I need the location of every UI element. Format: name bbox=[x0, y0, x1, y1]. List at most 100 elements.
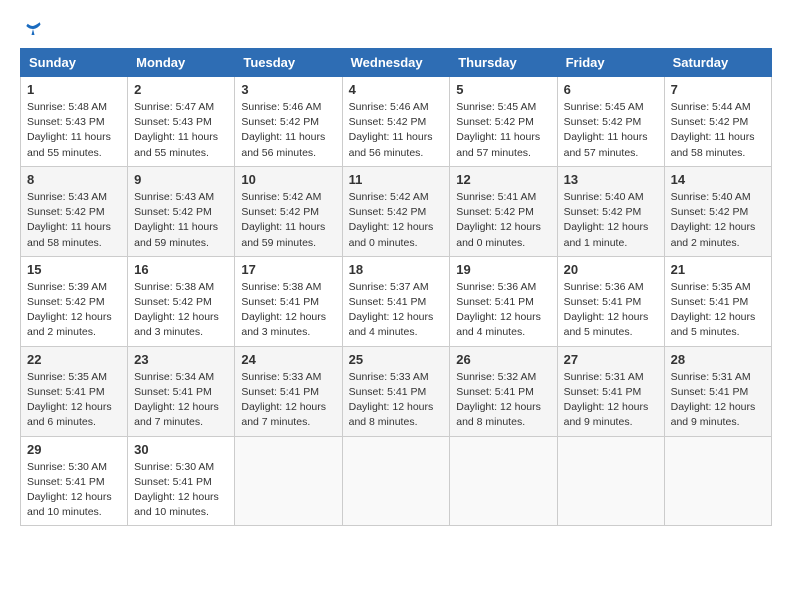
day-info: Sunrise: 5:45 AM Sunset: 5:42 PM Dayligh… bbox=[564, 100, 658, 161]
day-info: Sunrise: 5:46 AM Sunset: 5:42 PM Dayligh… bbox=[241, 100, 335, 161]
day-info: Sunrise: 5:42 AM Sunset: 5:42 PM Dayligh… bbox=[241, 190, 335, 251]
day-number: 30 bbox=[134, 442, 228, 457]
day-number: 20 bbox=[564, 262, 658, 277]
calendar-day-cell: 7 Sunrise: 5:44 AM Sunset: 5:42 PM Dayli… bbox=[664, 77, 771, 167]
day-number: 17 bbox=[241, 262, 335, 277]
calendar-day-cell: 30 Sunrise: 5:30 AM Sunset: 5:41 PM Dayl… bbox=[128, 436, 235, 526]
calendar-day-header: Tuesday bbox=[235, 49, 342, 77]
day-info: Sunrise: 5:35 AM Sunset: 5:41 PM Dayligh… bbox=[671, 280, 765, 341]
day-number: 23 bbox=[134, 352, 228, 367]
calendar-day-cell: 24 Sunrise: 5:33 AM Sunset: 5:41 PM Dayl… bbox=[235, 346, 342, 436]
calendar-day-cell: 11 Sunrise: 5:42 AM Sunset: 5:42 PM Dayl… bbox=[342, 166, 450, 256]
day-number: 10 bbox=[241, 172, 335, 187]
calendar-day-header: Friday bbox=[557, 49, 664, 77]
calendar-day-cell bbox=[557, 436, 664, 526]
day-number: 24 bbox=[241, 352, 335, 367]
day-number: 16 bbox=[134, 262, 228, 277]
day-number: 22 bbox=[27, 352, 121, 367]
calendar-day-cell: 12 Sunrise: 5:41 AM Sunset: 5:42 PM Dayl… bbox=[450, 166, 557, 256]
calendar-day-header: Monday bbox=[128, 49, 235, 77]
calendar-week-row: 8 Sunrise: 5:43 AM Sunset: 5:42 PM Dayli… bbox=[21, 166, 772, 256]
calendar-day-cell: 15 Sunrise: 5:39 AM Sunset: 5:42 PM Dayl… bbox=[21, 256, 128, 346]
day-info: Sunrise: 5:36 AM Sunset: 5:41 PM Dayligh… bbox=[564, 280, 658, 341]
day-info: Sunrise: 5:46 AM Sunset: 5:42 PM Dayligh… bbox=[349, 100, 444, 161]
calendar-day-cell: 8 Sunrise: 5:43 AM Sunset: 5:42 PM Dayli… bbox=[21, 166, 128, 256]
day-number: 29 bbox=[27, 442, 121, 457]
calendar-header-row: SundayMondayTuesdayWednesdayThursdayFrid… bbox=[21, 49, 772, 77]
day-info: Sunrise: 5:41 AM Sunset: 5:42 PM Dayligh… bbox=[456, 190, 550, 251]
day-info: Sunrise: 5:37 AM Sunset: 5:41 PM Dayligh… bbox=[349, 280, 444, 341]
day-number: 18 bbox=[349, 262, 444, 277]
day-info: Sunrise: 5:42 AM Sunset: 5:42 PM Dayligh… bbox=[349, 190, 444, 251]
calendar-day-header: Wednesday bbox=[342, 49, 450, 77]
calendar-day-cell: 20 Sunrise: 5:36 AM Sunset: 5:41 PM Dayl… bbox=[557, 256, 664, 346]
day-info: Sunrise: 5:30 AM Sunset: 5:41 PM Dayligh… bbox=[134, 460, 228, 521]
logo-bird-icon bbox=[24, 20, 42, 38]
calendar-day-cell: 26 Sunrise: 5:32 AM Sunset: 5:41 PM Dayl… bbox=[450, 346, 557, 436]
calendar-day-cell: 13 Sunrise: 5:40 AM Sunset: 5:42 PM Dayl… bbox=[557, 166, 664, 256]
calendar-day-cell: 16 Sunrise: 5:38 AM Sunset: 5:42 PM Dayl… bbox=[128, 256, 235, 346]
day-number: 28 bbox=[671, 352, 765, 367]
calendar-day-cell: 27 Sunrise: 5:31 AM Sunset: 5:41 PM Dayl… bbox=[557, 346, 664, 436]
day-info: Sunrise: 5:36 AM Sunset: 5:41 PM Dayligh… bbox=[456, 280, 550, 341]
day-info: Sunrise: 5:34 AM Sunset: 5:41 PM Dayligh… bbox=[134, 370, 228, 431]
day-number: 27 bbox=[564, 352, 658, 367]
day-info: Sunrise: 5:47 AM Sunset: 5:43 PM Dayligh… bbox=[134, 100, 228, 161]
calendar-day-cell bbox=[450, 436, 557, 526]
day-number: 1 bbox=[27, 82, 121, 97]
calendar-day-cell: 25 Sunrise: 5:33 AM Sunset: 5:41 PM Dayl… bbox=[342, 346, 450, 436]
calendar-day-header: Sunday bbox=[21, 49, 128, 77]
day-number: 7 bbox=[671, 82, 765, 97]
day-info: Sunrise: 5:35 AM Sunset: 5:41 PM Dayligh… bbox=[27, 370, 121, 431]
calendar-day-cell: 22 Sunrise: 5:35 AM Sunset: 5:41 PM Dayl… bbox=[21, 346, 128, 436]
day-number: 11 bbox=[349, 172, 444, 187]
day-number: 15 bbox=[27, 262, 121, 277]
day-number: 2 bbox=[134, 82, 228, 97]
day-info: Sunrise: 5:31 AM Sunset: 5:41 PM Dayligh… bbox=[671, 370, 765, 431]
day-info: Sunrise: 5:38 AM Sunset: 5:42 PM Dayligh… bbox=[134, 280, 228, 341]
day-info: Sunrise: 5:30 AM Sunset: 5:41 PM Dayligh… bbox=[27, 460, 121, 521]
day-info: Sunrise: 5:43 AM Sunset: 5:42 PM Dayligh… bbox=[134, 190, 228, 251]
calendar-day-cell: 17 Sunrise: 5:38 AM Sunset: 5:41 PM Dayl… bbox=[235, 256, 342, 346]
calendar-day-cell: 3 Sunrise: 5:46 AM Sunset: 5:42 PM Dayli… bbox=[235, 77, 342, 167]
calendar-day-header: Thursday bbox=[450, 49, 557, 77]
calendar-day-cell: 18 Sunrise: 5:37 AM Sunset: 5:41 PM Dayl… bbox=[342, 256, 450, 346]
day-number: 9 bbox=[134, 172, 228, 187]
calendar-day-cell: 23 Sunrise: 5:34 AM Sunset: 5:41 PM Dayl… bbox=[128, 346, 235, 436]
day-info: Sunrise: 5:32 AM Sunset: 5:41 PM Dayligh… bbox=[456, 370, 550, 431]
calendar-day-cell: 5 Sunrise: 5:45 AM Sunset: 5:42 PM Dayli… bbox=[450, 77, 557, 167]
day-info: Sunrise: 5:38 AM Sunset: 5:41 PM Dayligh… bbox=[241, 280, 335, 341]
page-header bbox=[20, 20, 772, 38]
calendar-table: SundayMondayTuesdayWednesdayThursdayFrid… bbox=[20, 48, 772, 526]
calendar-day-cell: 2 Sunrise: 5:47 AM Sunset: 5:43 PM Dayli… bbox=[128, 77, 235, 167]
day-number: 25 bbox=[349, 352, 444, 367]
day-number: 6 bbox=[564, 82, 658, 97]
day-number: 8 bbox=[27, 172, 121, 187]
calendar-day-cell: 10 Sunrise: 5:42 AM Sunset: 5:42 PM Dayl… bbox=[235, 166, 342, 256]
day-number: 19 bbox=[456, 262, 550, 277]
day-info: Sunrise: 5:45 AM Sunset: 5:42 PM Dayligh… bbox=[456, 100, 550, 161]
day-info: Sunrise: 5:48 AM Sunset: 5:43 PM Dayligh… bbox=[27, 100, 121, 161]
day-number: 4 bbox=[349, 82, 444, 97]
calendar-day-cell: 19 Sunrise: 5:36 AM Sunset: 5:41 PM Dayl… bbox=[450, 256, 557, 346]
calendar-day-cell: 14 Sunrise: 5:40 AM Sunset: 5:42 PM Dayl… bbox=[664, 166, 771, 256]
day-number: 21 bbox=[671, 262, 765, 277]
day-info: Sunrise: 5:40 AM Sunset: 5:42 PM Dayligh… bbox=[671, 190, 765, 251]
day-info: Sunrise: 5:39 AM Sunset: 5:42 PM Dayligh… bbox=[27, 280, 121, 341]
day-info: Sunrise: 5:44 AM Sunset: 5:42 PM Dayligh… bbox=[671, 100, 765, 161]
logo bbox=[20, 20, 44, 38]
day-info: Sunrise: 5:33 AM Sunset: 5:41 PM Dayligh… bbox=[349, 370, 444, 431]
day-number: 26 bbox=[456, 352, 550, 367]
day-number: 3 bbox=[241, 82, 335, 97]
day-number: 14 bbox=[671, 172, 765, 187]
calendar-day-cell: 9 Sunrise: 5:43 AM Sunset: 5:42 PM Dayli… bbox=[128, 166, 235, 256]
calendar-week-row: 22 Sunrise: 5:35 AM Sunset: 5:41 PM Dayl… bbox=[21, 346, 772, 436]
day-number: 12 bbox=[456, 172, 550, 187]
day-number: 13 bbox=[564, 172, 658, 187]
calendar-day-cell bbox=[342, 436, 450, 526]
calendar-week-row: 1 Sunrise: 5:48 AM Sunset: 5:43 PM Dayli… bbox=[21, 77, 772, 167]
day-info: Sunrise: 5:43 AM Sunset: 5:42 PM Dayligh… bbox=[27, 190, 121, 251]
calendar-day-cell: 28 Sunrise: 5:31 AM Sunset: 5:41 PM Dayl… bbox=[664, 346, 771, 436]
calendar-week-row: 15 Sunrise: 5:39 AM Sunset: 5:42 PM Dayl… bbox=[21, 256, 772, 346]
calendar-day-cell bbox=[235, 436, 342, 526]
